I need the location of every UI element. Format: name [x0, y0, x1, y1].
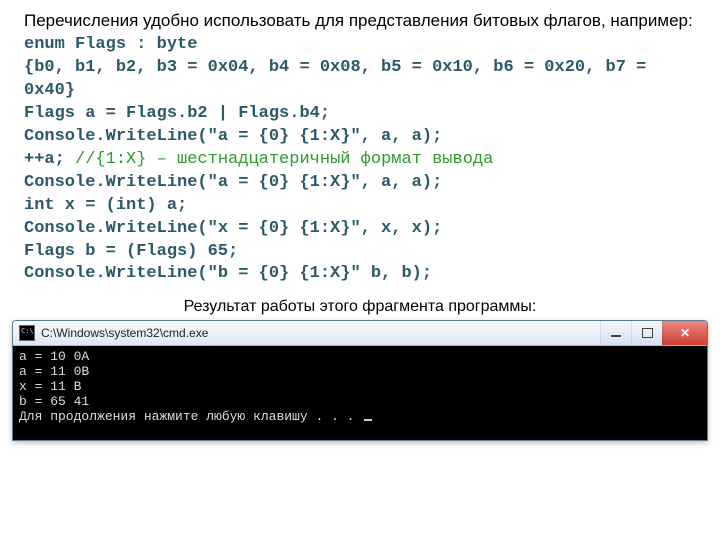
output-line: a = 10 0A: [19, 349, 89, 364]
console-titlebar: C:\Windows\system32\cmd.exe ✕: [13, 321, 707, 346]
cursor: [364, 419, 372, 421]
output-line: x = 11 B: [19, 379, 81, 394]
console-window: C:\Windows\system32\cmd.exe ✕ a = 10 0A …: [12, 320, 708, 441]
code-line: Console.WriteLine("b = {0} {1:X}" b, b);: [24, 264, 432, 283]
code-line: int x = (int) a;: [24, 196, 187, 215]
code-line: Flags b = (Flags) 65;: [24, 242, 238, 261]
output-line: a = 11 0B: [19, 364, 89, 379]
window-buttons: ✕: [600, 321, 707, 345]
close-button[interactable]: ✕: [662, 321, 707, 345]
code-line: Console.WriteLine("x = {0} {1:X}", x, x)…: [24, 219, 442, 238]
code-line: ++a;: [24, 150, 75, 169]
console-title: C:\Windows\system32\cmd.exe: [41, 326, 600, 340]
minimize-button[interactable]: [600, 321, 631, 345]
code-line: Console.WriteLine("a = {0} {1:X}", a, a)…: [24, 127, 442, 146]
code-comment: //{1:X}: [75, 150, 146, 169]
result-caption: Результат работы этого фрагмента програм…: [24, 298, 696, 316]
output-prompt: Для продолжения нажмите любую клавишу . …: [19, 409, 362, 424]
close-icon: ✕: [680, 326, 690, 340]
code-line: enum Flags : byte: [24, 35, 197, 54]
maximize-button[interactable]: [631, 321, 662, 345]
console-output: a = 10 0A a = 11 0B x = 11 B b = 65 41 Д…: [13, 346, 707, 440]
code-line: Console.WriteLine("a = {0} {1:X}", a, a)…: [24, 173, 442, 192]
code-line: {b0, b1, b2, b3 = 0x04, b4 = 0x08, b5 = …: [24, 58, 657, 100]
cmd-icon: [19, 325, 35, 341]
code-block: enum Flags : byte {b0, b1, b2, b3 = 0x04…: [24, 34, 696, 286]
code-comment-text: – шестнадцатеричный формат вывода: [146, 150, 493, 169]
intro-text: Перечисления удобно использовать для пре…: [24, 10, 696, 32]
output-line: b = 65 41: [19, 394, 89, 409]
code-line: Flags a = Flags.b2 | Flags.b4;: [24, 104, 330, 123]
